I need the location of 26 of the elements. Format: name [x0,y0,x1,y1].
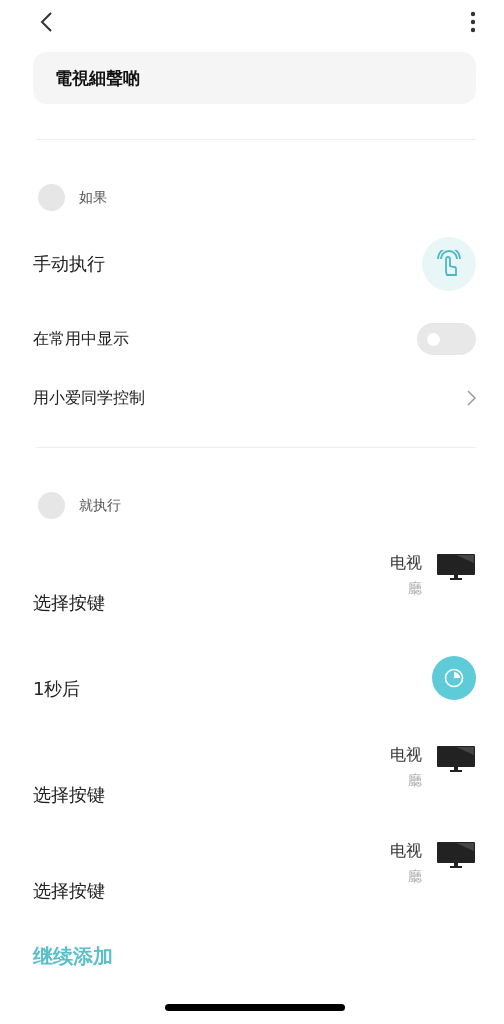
section-dot [38,492,65,519]
hand-tap-icon [436,250,462,278]
chevron-icon [467,390,476,406]
device-name: 电视 [390,841,422,862]
action-label[interactable]: 选择按键 [33,879,105,903]
tv-icon [436,841,476,869]
tv-icon [436,553,476,581]
trigger-label: 手动执行 [33,252,105,276]
setting-label: 在常用中显示 [33,328,129,350]
timer-icon [432,656,476,700]
device-name: 电视 [390,745,422,766]
device-name: 电视 [390,553,422,574]
action-label[interactable]: 1秒后 [33,677,81,701]
section-label: 就执行 [79,496,121,515]
setting-label[interactable]: 用小爱同学控制 [33,387,145,409]
name-field[interactable]: 電視細聲啲 [33,52,476,104]
room-name: 廳 [408,868,422,886]
tv-icon [436,745,476,773]
action-label[interactable]: 选择按键 [33,591,105,615]
room-name: 廳 [408,772,422,790]
section-label: 如果 [79,188,107,207]
back-button[interactable] [39,11,53,33]
more-button[interactable] [470,11,476,33]
section-dot [38,184,65,211]
room-name: 廳 [408,580,422,598]
action-label[interactable]: 选择按键 [33,783,105,807]
